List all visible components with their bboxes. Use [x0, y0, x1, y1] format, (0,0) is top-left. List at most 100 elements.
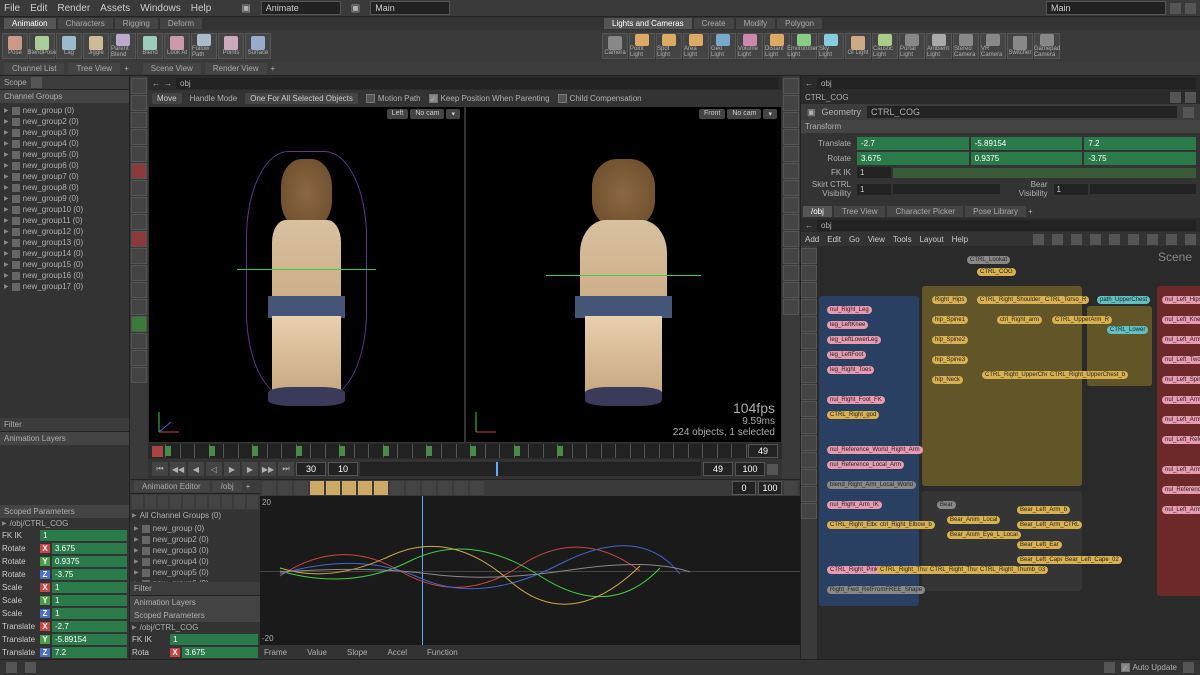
- graph-node[interactable]: Bear_Left_Cape: [1017, 556, 1067, 564]
- ae-tool-icon-r-11[interactable]: [294, 481, 308, 495]
- graph-node[interactable]: CTRL_Right_UpperChest_b: [1047, 371, 1128, 379]
- tool-icon-4[interactable]: [801, 316, 817, 332]
- shelf-blendpose[interactable]: BlendPose: [29, 33, 55, 59]
- tree-item[interactable]: new_group16 (0): [2, 270, 127, 281]
- fkik-field[interactable]: 1: [857, 167, 891, 178]
- tab-render-view[interactable]: Render View: [205, 63, 267, 74]
- rx-field[interactable]: 3.675: [857, 152, 969, 165]
- ng-menu-icon-7[interactable]: [1166, 234, 1177, 245]
- shelf-gi-light[interactable]: GI Light: [845, 33, 871, 59]
- ae-tab-editor[interactable]: Animation Editor: [134, 481, 209, 492]
- shelf-blend[interactable]: Blend: [137, 33, 163, 59]
- ng-menu-tools[interactable]: Tools: [893, 235, 912, 244]
- shelf-vr-camera[interactable]: VR Camera: [980, 33, 1006, 59]
- ae-all-groups[interactable]: All Channel Groups (0): [130, 510, 260, 521]
- ae-tool-icon-r-0[interactable]: [470, 481, 484, 495]
- tree-item[interactable]: new_group (0): [132, 523, 258, 534]
- tree-item[interactable]: new_group5 (0): [2, 149, 127, 160]
- range-end-field[interactable]: 49: [748, 444, 778, 458]
- ng-tab-1[interactable]: Tree View: [834, 206, 886, 217]
- shelf-tab-modify[interactable]: Modify: [736, 18, 776, 29]
- ng-add-tab-icon[interactable]: +: [1028, 207, 1033, 216]
- ae-tool-icon-r-9[interactable]: [326, 481, 340, 495]
- graph-node[interactable]: CTRL_Lower: [1107, 326, 1148, 334]
- ng-menu-add[interactable]: Add: [805, 235, 819, 244]
- menu-file[interactable]: File: [4, 3, 20, 14]
- shelf-geo-light[interactable]: Geo Light: [710, 33, 736, 59]
- rz-field[interactable]: -3.75: [1084, 152, 1196, 165]
- shelf-tab-characters[interactable]: Characters: [58, 18, 113, 29]
- rp-geo-name[interactable]: CTRL_COG: [867, 106, 1177, 118]
- tool-icon-10[interactable]: [801, 418, 817, 434]
- shelf-jiggle[interactable]: Jiggle: [83, 33, 109, 59]
- graph-node[interactable]: nul_Right_Leg: [827, 306, 872, 314]
- shelf-environment-light[interactable]: Environment Light: [791, 33, 817, 59]
- ae-tool-icon-r-1[interactable]: [454, 481, 468, 495]
- auto-update-check[interactable]: ✓Auto Update: [1121, 663, 1177, 672]
- graph-node[interactable]: nul_Left_Spine: [1162, 376, 1200, 384]
- graph-node[interactable]: nul_Left_Reference_Arm: [1162, 436, 1200, 444]
- vp-front-nocam[interactable]: No cam: [727, 109, 761, 119]
- param-value[interactable]: -3.75: [52, 569, 127, 580]
- graph-node[interactable]: hip_Spine1: [932, 316, 968, 324]
- ae-opt-icon[interactable]: [784, 481, 798, 495]
- tool-icon-12[interactable]: [131, 282, 147, 298]
- param-value[interactable]: -2.7: [52, 621, 127, 632]
- tool-icon-10[interactable]: [131, 248, 147, 264]
- menu-assets[interactable]: Assets: [100, 3, 130, 14]
- graph-node[interactable]: nul_Reference_World_Right_Arm: [827, 446, 923, 454]
- ng-menu-view[interactable]: View: [868, 235, 885, 244]
- tool-icon-1[interactable]: [801, 265, 817, 281]
- range-end-field-2[interactable]: 100: [735, 462, 765, 476]
- ng-path-field[interactable]: obj: [817, 220, 1196, 231]
- graph-node[interactable]: leg_LeftLowerLeg: [827, 336, 881, 344]
- ry-field[interactable]: 0.9375: [971, 152, 1083, 165]
- tool-icon-13[interactable]: [783, 299, 799, 315]
- ng-menu-icon-2[interactable]: [1071, 234, 1082, 245]
- graph-node[interactable]: nul_Left_Arm_IK: [1162, 466, 1200, 474]
- tool-icon-2[interactable]: [131, 112, 147, 128]
- ae-fkik-val[interactable]: 1: [170, 634, 258, 645]
- tab-tree-view[interactable]: Tree View: [68, 63, 120, 74]
- graph-node[interactable]: leg_Right_Toes: [827, 366, 874, 374]
- tool-icon-12[interactable]: [801, 452, 817, 468]
- tool-icon-0[interactable]: [131, 78, 147, 94]
- tl-play-icon[interactable]: ▶: [224, 462, 240, 476]
- ae-rot-val[interactable]: 3.675: [182, 647, 258, 658]
- ae-tool-icon-r-6[interactable]: [374, 481, 388, 495]
- tool-icon-11[interactable]: [783, 265, 799, 281]
- tree-item[interactable]: new_group5 (0): [132, 567, 258, 578]
- status-icon-1[interactable]: [6, 662, 17, 673]
- menu-icon-1[interactable]: [1170, 3, 1181, 14]
- menu-edit[interactable]: Edit: [30, 3, 47, 14]
- col-value[interactable]: Value: [307, 648, 327, 657]
- col-slope[interactable]: Slope: [347, 648, 367, 657]
- ae-tool-icon-r-13[interactable]: [262, 481, 276, 495]
- shelf-distant-light[interactable]: Distant Light: [764, 33, 790, 59]
- graph-node[interactable]: leg_LeftFoot: [827, 351, 866, 359]
- rp-help-icon[interactable]: [1185, 92, 1196, 103]
- shelf-point-light[interactable]: Point Light: [629, 33, 655, 59]
- param-value[interactable]: 3.675: [52, 543, 127, 554]
- graph-node[interactable]: ctrl_Right_arm: [997, 316, 1042, 324]
- ae-tab-obj[interactable]: /obj: [213, 481, 242, 492]
- menu-windows[interactable]: Windows: [140, 3, 181, 14]
- context-select[interactable]: [370, 1, 450, 15]
- tree-item[interactable]: new_group4 (0): [2, 138, 127, 149]
- status-opt-icon[interactable]: [1183, 662, 1194, 673]
- tool-icon-1[interactable]: [783, 95, 799, 111]
- tool-icon-2[interactable]: [801, 282, 817, 298]
- tree-item[interactable]: new_group8 (0): [2, 182, 127, 193]
- graph-node[interactable]: CTRL_UpperArm_R: [1052, 316, 1112, 324]
- tool-icon-3[interactable]: [783, 129, 799, 145]
- tree-item[interactable]: new_group10 (0): [2, 204, 127, 215]
- add-tab-icon-2[interactable]: +: [271, 64, 276, 73]
- viewport-front[interactable]: Front No cam ▾: [465, 106, 782, 443]
- ae-tool-icon-r-4[interactable]: [406, 481, 420, 495]
- tx-field[interactable]: -2.7: [857, 137, 969, 150]
- graph-node[interactable]: Bear_Left_Cape_02: [1062, 556, 1122, 564]
- ae-tool-icon-r-8[interactable]: [342, 481, 356, 495]
- tl-prev-icon[interactable]: ◀: [188, 462, 204, 476]
- tool-icon-9[interactable]: [801, 401, 817, 417]
- graph-node[interactable]: nul_Left_Arm: [1162, 396, 1200, 404]
